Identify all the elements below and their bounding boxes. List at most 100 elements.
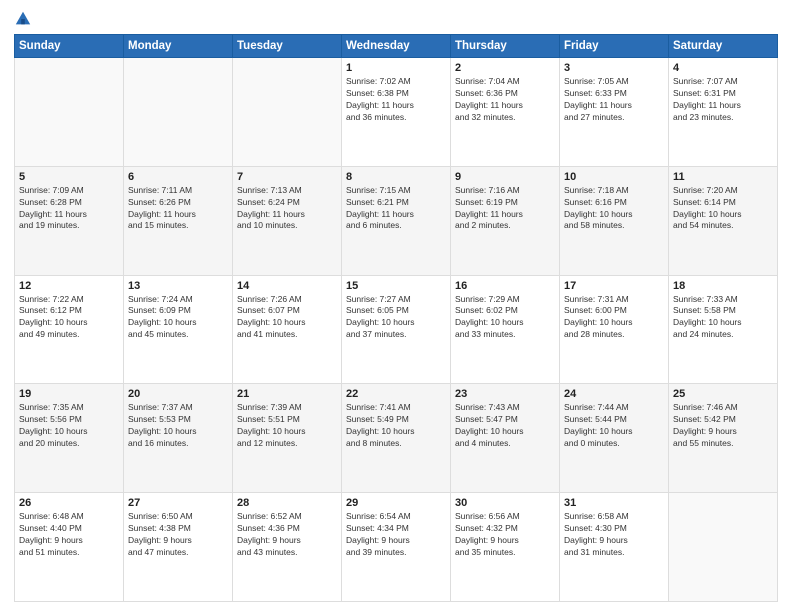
day-number: 26 bbox=[19, 497, 119, 509]
calendar-cell: 16 Sunrise: 7:29 AM Sunset: 6:02 PM Dayli… bbox=[451, 275, 560, 384]
day-number: 12 bbox=[19, 280, 119, 292]
day-info: Sunrise: 7:11 AM Sunset: 6:26 PM Dayligh… bbox=[128, 185, 228, 233]
calendar-cell: 20 Sunrise: 7:37 AM Sunset: 5:53 PM Dayli… bbox=[124, 384, 233, 493]
weekday-header-tuesday: Tuesday bbox=[233, 35, 342, 58]
calendar-week-row: 19 Sunrise: 7:35 AM Sunset: 5:56 PM Dayli… bbox=[15, 384, 778, 493]
weekday-header-thursday: Thursday bbox=[451, 35, 560, 58]
calendar-cell bbox=[124, 58, 233, 167]
calendar-week-row: 12 Sunrise: 7:22 AM Sunset: 6:12 PM Dayli… bbox=[15, 275, 778, 384]
calendar-table: SundayMondayTuesdayWednesdayThursdayFrid… bbox=[14, 34, 778, 602]
calendar-cell: 21Sunrise: 7:39 AM Sunset: 5:51 PM Dayli… bbox=[233, 384, 342, 493]
calendar-cell: 30Sunrise: 6:56 AM Sunset: 4:32 PM Dayli… bbox=[451, 493, 560, 602]
day-number: 7 bbox=[237, 171, 337, 183]
calendar-cell: 22Sunrise: 7:41 AM Sunset: 5:49 PM Dayli… bbox=[342, 384, 451, 493]
calendar-cell: 26 Sunrise: 6:48 AM Sunset: 4:40 PM Dayli… bbox=[15, 493, 124, 602]
day-info: Sunrise: 7:33 AM Sunset: 5:58 PM Dayligh… bbox=[673, 294, 773, 342]
day-number: 2 bbox=[455, 62, 555, 74]
day-info: Sunrise: 7:18 AM Sunset: 6:16 PM Dayligh… bbox=[564, 185, 664, 233]
day-number: 31 bbox=[564, 497, 664, 509]
day-number: 29 bbox=[346, 497, 446, 509]
calendar-cell: 2 Sunrise: 7:04 AM Sunset: 6:36 PM Daylig… bbox=[451, 58, 560, 167]
day-number: 5 bbox=[19, 171, 119, 183]
calendar-cell bbox=[15, 58, 124, 167]
day-number: 17 bbox=[564, 280, 664, 292]
calendar-cell: 1 Sunrise: 7:02 AM Sunset: 6:38 PM Daylig… bbox=[342, 58, 451, 167]
calendar-cell: 27 Sunrise: 6:50 AM Sunset: 4:38 PM Dayli… bbox=[124, 493, 233, 602]
calendar-week-row: 1 Sunrise: 7:02 AM Sunset: 6:38 PM Daylig… bbox=[15, 58, 778, 167]
day-info: Sunrise: 7:05 AM Sunset: 6:33 PM Dayligh… bbox=[564, 76, 664, 124]
day-info: Sunrise: 7:07 AM Sunset: 6:31 PM Dayligh… bbox=[673, 76, 773, 124]
day-number: 10 bbox=[564, 171, 664, 183]
day-number: 6 bbox=[128, 171, 228, 183]
calendar-week-row: 5 Sunrise: 7:09 AM Sunset: 6:28 PM Daylig… bbox=[15, 166, 778, 275]
day-number: 23 bbox=[455, 388, 555, 400]
day-info: Sunrise: 7:27 AM Sunset: 6:05 PM Dayligh… bbox=[346, 294, 446, 342]
day-info: Sunrise: 7:29 AM Sunset: 6:02 PM Dayligh… bbox=[455, 294, 555, 342]
day-number: 8 bbox=[346, 171, 446, 183]
day-number: 1 bbox=[346, 62, 446, 74]
day-number: 14 bbox=[237, 280, 337, 292]
calendar-cell: 12 Sunrise: 7:22 AM Sunset: 6:12 PM Dayli… bbox=[15, 275, 124, 384]
day-info: Sunrise: 7:37 AM Sunset: 5:53 PM Dayligh… bbox=[128, 402, 228, 450]
day-number: 16 bbox=[455, 280, 555, 292]
day-number: 15 bbox=[346, 280, 446, 292]
day-info: Sunrise: 7:09 AM Sunset: 6:28 PM Dayligh… bbox=[19, 185, 119, 233]
day-number: 28 bbox=[237, 497, 337, 509]
day-number: 11 bbox=[673, 171, 773, 183]
calendar-cell: 9Sunrise: 7:16 AM Sunset: 6:19 PM Daylig… bbox=[451, 166, 560, 275]
calendar-cell: 3 Sunrise: 7:05 AM Sunset: 6:33 PM Daylig… bbox=[560, 58, 669, 167]
calendar-cell: 19 Sunrise: 7:35 AM Sunset: 5:56 PM Dayli… bbox=[15, 384, 124, 493]
day-info: Sunrise: 7:20 AM Sunset: 6:14 PM Dayligh… bbox=[673, 185, 773, 233]
day-number: 24 bbox=[564, 388, 664, 400]
calendar-cell: 6 Sunrise: 7:11 AM Sunset: 6:26 PM Daylig… bbox=[124, 166, 233, 275]
day-info: Sunrise: 6:48 AM Sunset: 4:40 PM Dayligh… bbox=[19, 511, 119, 559]
calendar-cell: 7 Sunrise: 7:13 AM Sunset: 6:24 PM Daylig… bbox=[233, 166, 342, 275]
day-number: 4 bbox=[673, 62, 773, 74]
day-info: Sunrise: 7:16 AM Sunset: 6:19 PM Dayligh… bbox=[455, 185, 555, 233]
day-info: Sunrise: 7:43 AM Sunset: 5:47 PM Dayligh… bbox=[455, 402, 555, 450]
day-info: Sunrise: 7:13 AM Sunset: 6:24 PM Dayligh… bbox=[237, 185, 337, 233]
calendar-cell: 28 Sunrise: 6:52 AM Sunset: 4:36 PM Dayli… bbox=[233, 493, 342, 602]
day-info: Sunrise: 6:58 AM Sunset: 4:30 PM Dayligh… bbox=[564, 511, 664, 559]
day-number: 27 bbox=[128, 497, 228, 509]
day-info: Sunrise: 6:50 AM Sunset: 4:38 PM Dayligh… bbox=[128, 511, 228, 559]
calendar-cell: 25Sunrise: 7:46 AM Sunset: 5:42 PM Dayli… bbox=[669, 384, 778, 493]
day-info: Sunrise: 6:56 AM Sunset: 4:32 PM Dayligh… bbox=[455, 511, 555, 559]
day-info: Sunrise: 7:15 AM Sunset: 6:21 PM Dayligh… bbox=[346, 185, 446, 233]
weekday-header-row: SundayMondayTuesdayWednesdayThursdayFrid… bbox=[15, 35, 778, 58]
day-info: Sunrise: 7:26 AM Sunset: 6:07 PM Dayligh… bbox=[237, 294, 337, 342]
calendar-cell: 8 Sunrise: 7:15 AM Sunset: 6:21 PM Daylig… bbox=[342, 166, 451, 275]
calendar-cell: 31 Sunrise: 6:58 AM Sunset: 4:30 PM Dayli… bbox=[560, 493, 669, 602]
day-info: Sunrise: 6:52 AM Sunset: 4:36 PM Dayligh… bbox=[237, 511, 337, 559]
logo bbox=[14, 10, 36, 28]
day-info: Sunrise: 7:35 AM Sunset: 5:56 PM Dayligh… bbox=[19, 402, 119, 450]
day-number: 20 bbox=[128, 388, 228, 400]
logo-icon bbox=[14, 10, 32, 28]
calendar-cell: 4 Sunrise: 7:07 AM Sunset: 6:31 PM Daylig… bbox=[669, 58, 778, 167]
calendar-cell: 17 Sunrise: 7:31 AM Sunset: 6:00 PM Dayli… bbox=[560, 275, 669, 384]
day-info: Sunrise: 6:54 AM Sunset: 4:34 PM Dayligh… bbox=[346, 511, 446, 559]
page: SundayMondayTuesdayWednesdayThursdayFrid… bbox=[0, 0, 792, 612]
day-number: 21 bbox=[237, 388, 337, 400]
calendar-cell: 10 Sunrise: 7:18 AM Sunset: 6:16 PM Dayli… bbox=[560, 166, 669, 275]
calendar-cell: 18 Sunrise: 7:33 AM Sunset: 5:58 PM Dayli… bbox=[669, 275, 778, 384]
calendar-cell: 14 Sunrise: 7:26 AM Sunset: 6:07 PM Dayli… bbox=[233, 275, 342, 384]
calendar-cell bbox=[233, 58, 342, 167]
day-info: Sunrise: 7:02 AM Sunset: 6:38 PM Dayligh… bbox=[346, 76, 446, 124]
calendar-cell: 5 Sunrise: 7:09 AM Sunset: 6:28 PM Daylig… bbox=[15, 166, 124, 275]
calendar-cell: 24 Sunrise: 7:44 AM Sunset: 5:44 PM Dayli… bbox=[560, 384, 669, 493]
day-number: 13 bbox=[128, 280, 228, 292]
weekday-header-wednesday: Wednesday bbox=[342, 35, 451, 58]
weekday-header-friday: Friday bbox=[560, 35, 669, 58]
day-number: 19 bbox=[19, 388, 119, 400]
day-info: Sunrise: 7:31 AM Sunset: 6:00 PM Dayligh… bbox=[564, 294, 664, 342]
day-number: 3 bbox=[564, 62, 664, 74]
weekday-header-monday: Monday bbox=[124, 35, 233, 58]
day-number: 18 bbox=[673, 280, 773, 292]
calendar-week-row: 26 Sunrise: 6:48 AM Sunset: 4:40 PM Dayli… bbox=[15, 493, 778, 602]
day-info: Sunrise: 7:24 AM Sunset: 6:09 PM Dayligh… bbox=[128, 294, 228, 342]
calendar-cell: 11 Sunrise: 7:20 AM Sunset: 6:14 PM Dayli… bbox=[669, 166, 778, 275]
day-info: Sunrise: 7:22 AM Sunset: 6:12 PM Dayligh… bbox=[19, 294, 119, 342]
day-info: Sunrise: 7:04 AM Sunset: 6:36 PM Dayligh… bbox=[455, 76, 555, 124]
day-info: Sunrise: 7:44 AM Sunset: 5:44 PM Dayligh… bbox=[564, 402, 664, 450]
